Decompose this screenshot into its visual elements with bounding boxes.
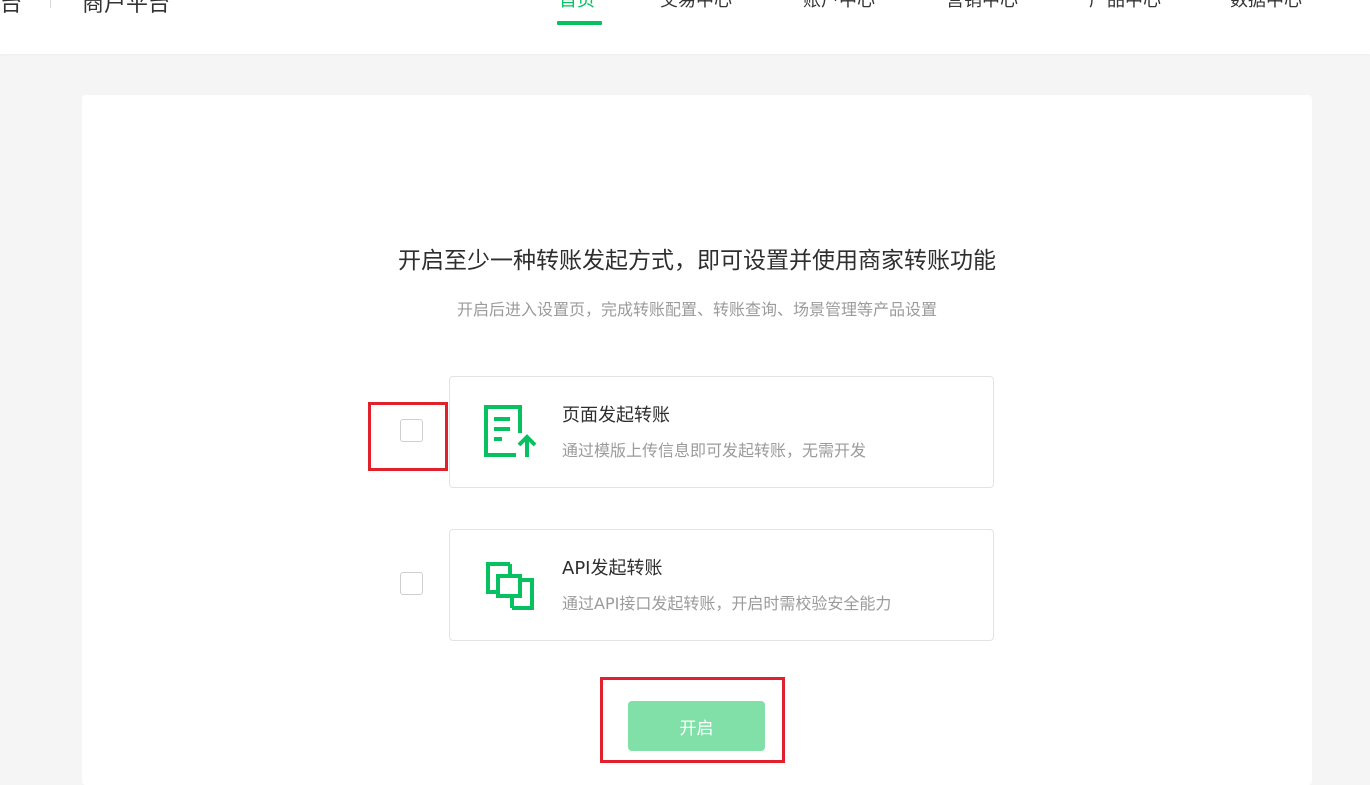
nav-item-account-center[interactable]: 账户中心 (803, 0, 875, 12)
api-link-icon (486, 562, 534, 610)
option-title: 页面发起转账 (562, 405, 670, 426)
nav-item-product-center[interactable]: 产品中心 (1089, 0, 1161, 12)
annotation-highlight-enable-button (600, 677, 785, 763)
annotation-highlight-checkbox (368, 402, 448, 471)
brand-divider (50, 0, 51, 8)
option-description: 通过模版上传信息即可发起转账，无需开发 (562, 441, 867, 460)
brand-logo-text: 台 (0, 0, 23, 17)
option-title: API发起转账 (562, 558, 663, 579)
nav-item-marketing-center[interactable]: 营销中心 (946, 0, 1018, 12)
option-description: 通过API接口发起转账，开启时需校验安全能力 (562, 594, 892, 613)
nav-item-home[interactable]: 首页 (559, 0, 595, 12)
top-navigation-bar: 台 商户平台 首页 交易中心 账户中心 营销中心 产品中心 数据中心 (0, 0, 1370, 54)
nav-active-indicator (557, 21, 602, 25)
page-headline: 开启至少一种转账发起方式，即可设置并使用商家转账功能 (398, 248, 996, 274)
nav-item-trade-center[interactable]: 交易中心 (660, 0, 732, 12)
page-subline: 开启后进入设置页，完成转账配置、转账查询、场景管理等产品设置 (456, 300, 937, 319)
document-upload-icon (484, 405, 537, 457)
option-card-api-transfer[interactable]: API发起转账 通过API接口发起转账，开启时需校验安全能力 (449, 529, 994, 641)
brand-name[interactable]: 商户平台 (82, 0, 170, 18)
option-card-page-transfer[interactable]: 页面发起转账 通过模版上传信息即可发起转账，无需开发 (449, 376, 994, 488)
api-transfer-checkbox[interactable] (400, 572, 423, 595)
nav-item-data-center[interactable]: 数据中心 (1230, 0, 1302, 12)
